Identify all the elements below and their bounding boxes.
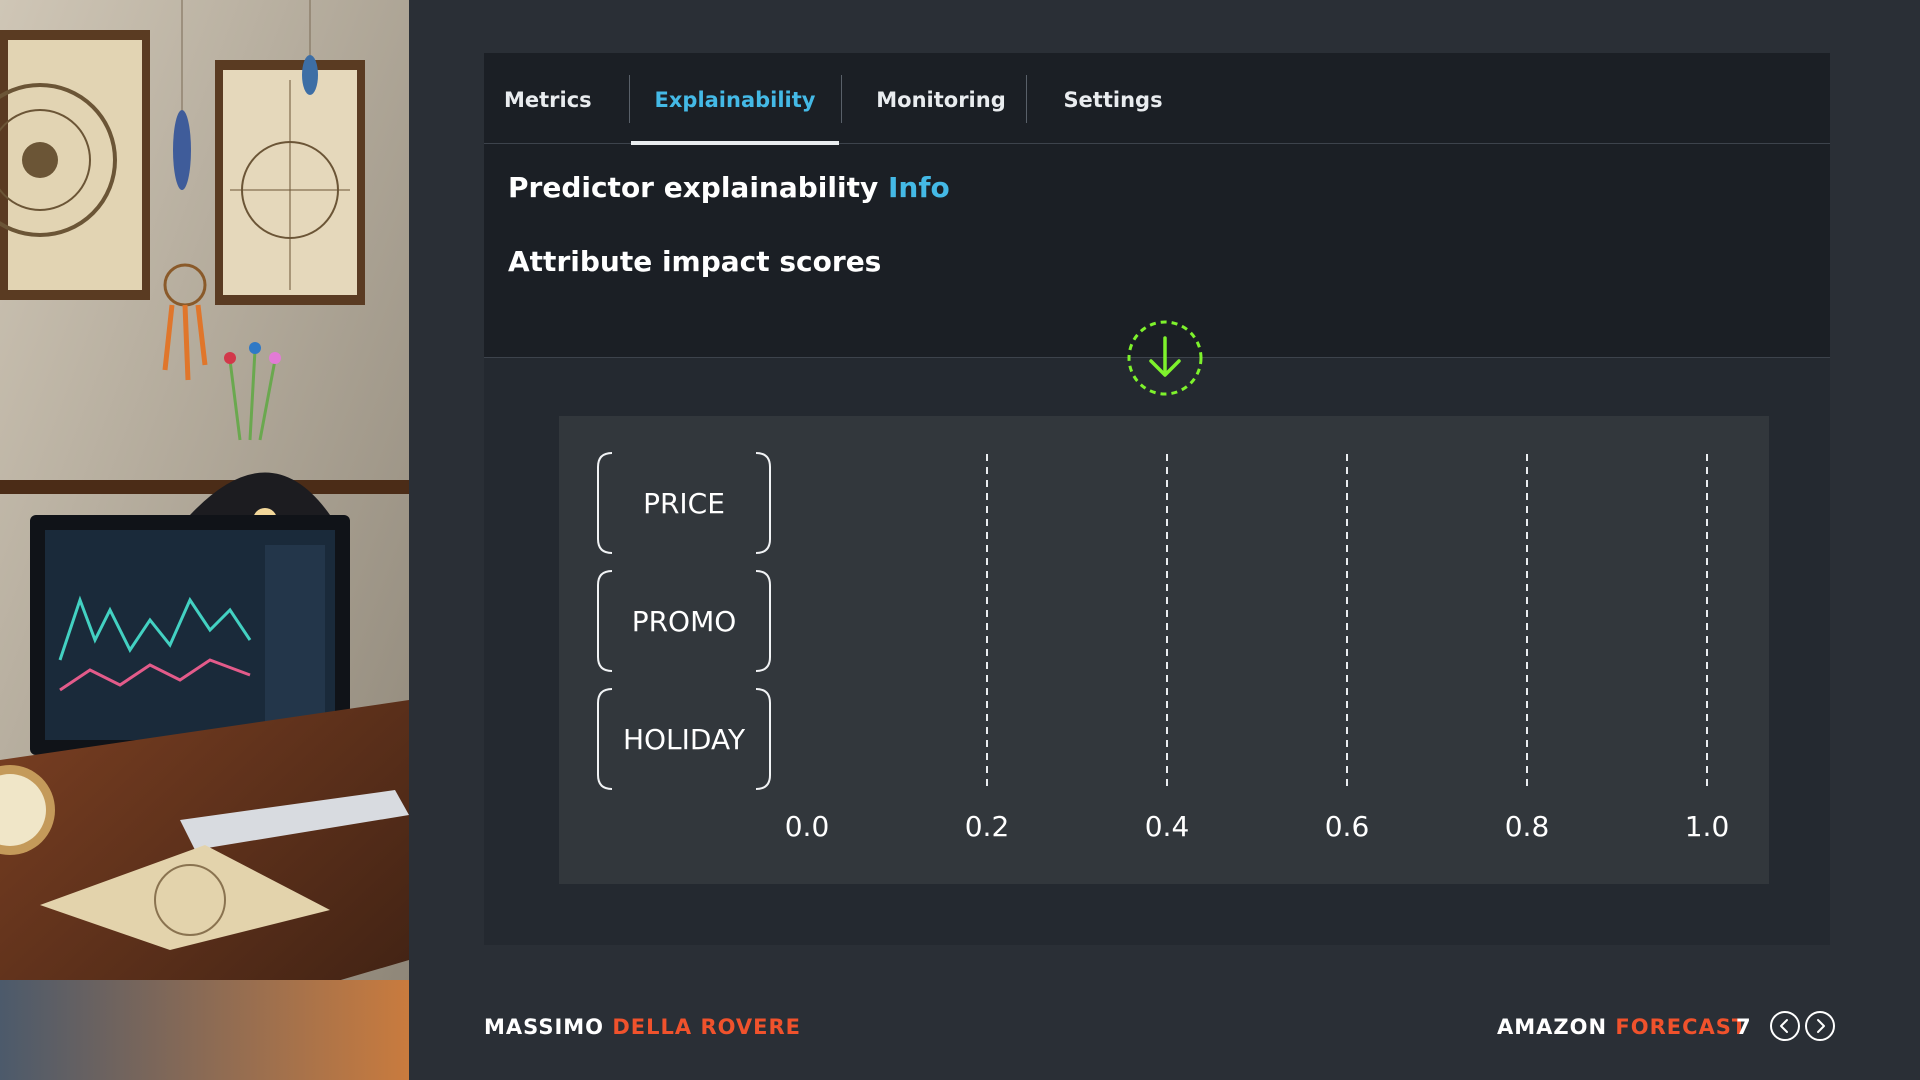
tab-divider	[841, 75, 842, 123]
console-panel: Metrics Explainability Monitoring Settin…	[484, 53, 1830, 945]
prev-button[interactable]	[1770, 1011, 1800, 1041]
tab-metrics[interactable]: Metrics	[504, 53, 592, 144]
product-name: AMAZON FORECAST	[1497, 1015, 1747, 1039]
product-last: FORECAST	[1615, 1015, 1748, 1039]
svg-text:PROMO: PROMO	[632, 605, 737, 638]
tab-monitoring[interactable]: Monitoring	[865, 53, 1017, 144]
tab-explainability[interactable]: Explainability	[631, 53, 839, 145]
category-label-promo: PROMO	[597, 570, 771, 672]
x-tick-label: 0.2	[965, 810, 1010, 843]
tab-divider	[629, 75, 630, 123]
attribute-impact-chart: 0.0 0.2 0.4 0.6 0.8 1.0 PRICE PROMO HOLIDAY	[559, 416, 1769, 884]
x-tick-label: 1.0	[1685, 810, 1730, 843]
tab-settings[interactable]: Settings	[1050, 53, 1176, 144]
download-arrow-icon[interactable]	[1125, 318, 1205, 398]
tab-divider	[1026, 75, 1027, 123]
x-tick-label: 0.8	[1505, 810, 1550, 843]
author-name: MASSIMO DELLA ROVERE	[484, 1015, 801, 1039]
svg-text:HOLIDAY: HOLIDAY	[623, 723, 746, 756]
svg-text:PRICE: PRICE	[643, 487, 725, 520]
x-tick-label: 0.6	[1325, 810, 1370, 843]
x-tick-label: 0.4	[1145, 810, 1190, 843]
chevron-right-icon	[1817, 1019, 1825, 1033]
category-label-price: PRICE	[597, 452, 771, 554]
x-tick-label: 0.0	[785, 810, 830, 843]
predictor-explainability-title: Predictor explainability	[508, 171, 879, 204]
chevron-left-icon	[1780, 1019, 1788, 1033]
author-last: DELLA ROVERE	[612, 1015, 802, 1039]
section-heading: Predictor explainability Info	[508, 171, 950, 204]
tab-bar: Metrics Explainability Monitoring Settin…	[484, 53, 1830, 145]
decorative-illustration	[0, 0, 409, 1080]
attribute-impact-title: Attribute impact scores	[508, 245, 882, 278]
author-first: MASSIMO	[484, 1015, 605, 1039]
info-link[interactable]: Info	[888, 171, 950, 204]
page-number: 7	[1736, 1015, 1751, 1039]
category-label-holiday: HOLIDAY	[597, 688, 771, 790]
product-first: AMAZON	[1497, 1015, 1608, 1039]
chart-svg: 0.0 0.2 0.4 0.6 0.8 1.0 PRICE PROMO HOLIDAY	[597, 452, 1730, 843]
next-button[interactable]	[1805, 1011, 1835, 1041]
